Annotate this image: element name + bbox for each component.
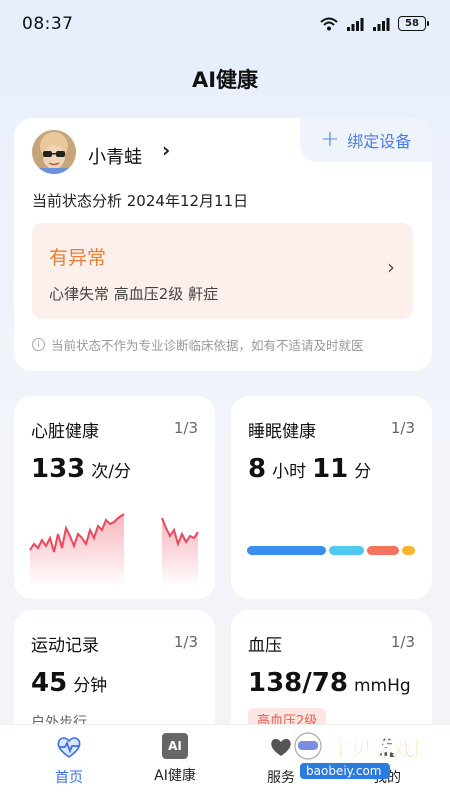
service-heart-icon bbox=[271, 738, 291, 756]
heart-rate-value: 133 次/分 bbox=[31, 454, 131, 484]
chevron-right-icon: › bbox=[387, 255, 395, 279]
status-card: + 绑定设备 小青蛙 › 当前状态分析 2024年12月11日 有异常 心律失常… bbox=[14, 118, 432, 371]
card-page-indicator: 1/3 bbox=[173, 633, 198, 651]
blood-pressure-value: 138/78 mmHg bbox=[248, 668, 411, 698]
tab-label: 服务 bbox=[267, 770, 295, 786]
user-icon bbox=[378, 738, 396, 757]
bind-device-label: 绑定设备 bbox=[347, 132, 412, 151]
heart-rate-unit: 次/分 bbox=[91, 462, 132, 482]
bind-device-button[interactable]: + 绑定设备 bbox=[300, 118, 432, 162]
card-title: 睡眠健康 bbox=[248, 422, 316, 442]
tab-mine[interactable]: 我的 bbox=[342, 733, 432, 787]
tab-service[interactable]: 服务 bbox=[236, 733, 326, 787]
bottom-tab-bar: 首页 AI AI健康 服务 我的 bbox=[0, 724, 450, 800]
card-page-indicator: 1/3 bbox=[390, 419, 415, 437]
bp-unit: mmHg bbox=[353, 676, 411, 696]
plus-icon: + bbox=[320, 127, 340, 152]
card-page-indicator: 1/3 bbox=[390, 633, 415, 651]
tab-label: 首页 bbox=[55, 770, 83, 786]
abnormal-alert-box[interactable]: 有异常 心律失常 高血压2级 鼾症 › bbox=[32, 223, 413, 319]
page-title: AI健康 bbox=[191, 68, 259, 92]
ai-icon: AI bbox=[162, 733, 188, 759]
sleep-duration-value: 8 小时 11 分 bbox=[248, 454, 371, 484]
exercise-duration-value: 45 分钟 bbox=[31, 668, 107, 698]
tab-label: 我的 bbox=[373, 770, 401, 786]
card-title: 运动记录 bbox=[31, 636, 99, 656]
sleep-health-card[interactable]: 睡眠健康 1/3 8 小时 11 分 bbox=[231, 396, 432, 599]
alert-items: 心律失常 高血压2级 鼾症 bbox=[49, 285, 219, 303]
status-date: 当前状态分析 2024年12月11日 bbox=[32, 192, 249, 210]
avatar[interactable] bbox=[32, 130, 76, 174]
user-name[interactable]: 小青蛙 bbox=[88, 143, 142, 169]
alert-title: 有异常 bbox=[49, 247, 107, 269]
sleep-hours-unit: 小时 bbox=[272, 462, 307, 482]
sleep-stage-segment bbox=[401, 546, 415, 555]
status-bar: 08:37 58 bbox=[0, 0, 450, 50]
heartbeat-icon bbox=[57, 737, 81, 758]
signal-icon bbox=[347, 17, 364, 31]
exercise-minutes: 45 bbox=[31, 668, 68, 698]
battery-icon: 58 bbox=[398, 16, 429, 31]
wifi-icon bbox=[320, 17, 338, 30]
sleep-hours: 8 bbox=[248, 454, 267, 484]
bp-number: 138/78 bbox=[248, 668, 348, 698]
sleep-stage-segment bbox=[247, 546, 326, 555]
disclaimer: i 当前状态不作为专业诊断临床依据，如有不适请及时就医 bbox=[32, 335, 364, 354]
tab-home[interactable]: 首页 bbox=[24, 733, 114, 787]
disclaimer-text: 当前状态不作为专业诊断临床依据，如有不适请及时就医 bbox=[51, 338, 364, 353]
card-title: 心脏健康 bbox=[31, 422, 99, 442]
signal-icon-2 bbox=[373, 17, 390, 31]
tab-ai-health[interactable]: AI AI健康 bbox=[130, 733, 220, 785]
sleep-stage-segment bbox=[366, 546, 399, 555]
heart-rate-number: 133 bbox=[31, 454, 86, 484]
sleep-stage-bar bbox=[247, 546, 415, 555]
sleep-minutes-unit: 分 bbox=[354, 462, 372, 482]
chevron-right-icon[interactable]: › bbox=[162, 138, 170, 162]
status-time: 08:37 bbox=[22, 14, 74, 34]
tab-label: AI健康 bbox=[154, 768, 196, 784]
status-icons: 58 bbox=[320, 16, 429, 31]
card-title: 血压 bbox=[248, 636, 282, 656]
info-icon: i bbox=[32, 338, 45, 351]
heart-rate-sparkline bbox=[29, 513, 199, 584]
heart-health-card[interactable]: 心脏健康 1/3 133 次/分 bbox=[14, 396, 215, 599]
exercise-unit: 分钟 bbox=[73, 676, 108, 696]
card-page-indicator: 1/3 bbox=[173, 419, 198, 437]
sleep-minutes: 11 bbox=[312, 454, 349, 484]
sleep-stage-segment bbox=[328, 546, 364, 555]
